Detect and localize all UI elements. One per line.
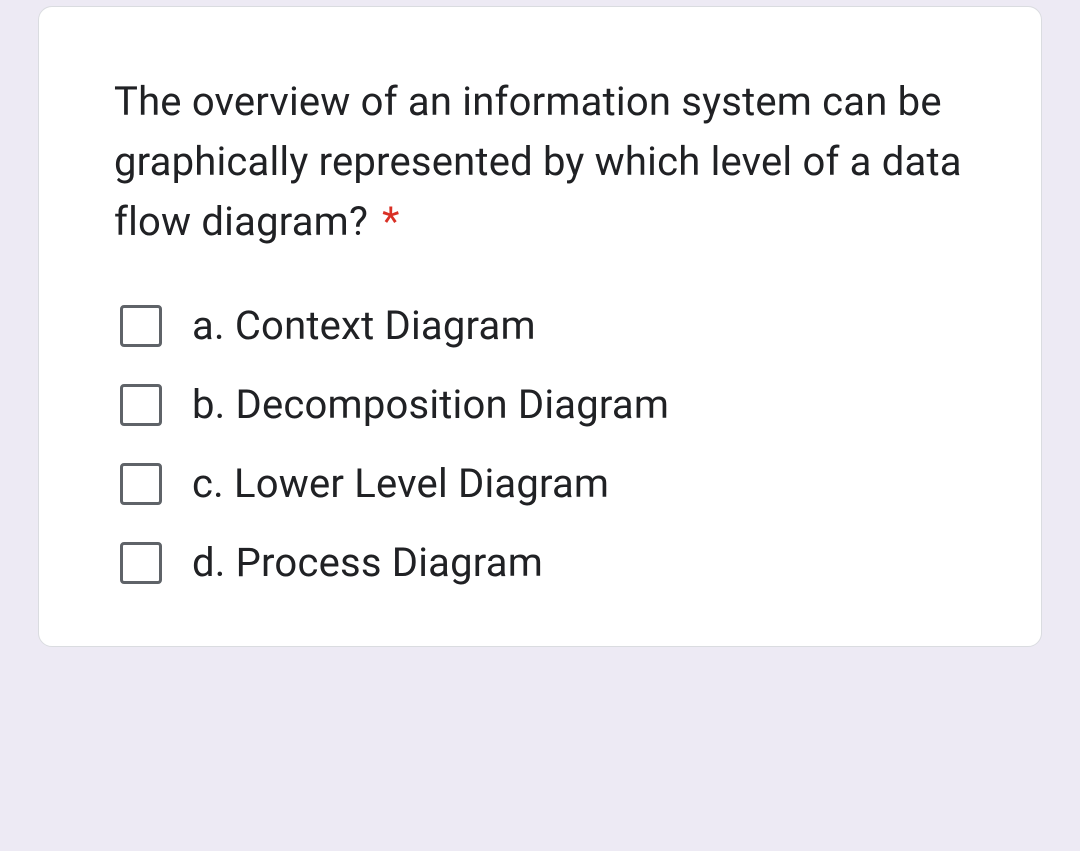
question-text: The overview of an information system ca… [114,72,966,252]
option-c[interactable]: c. Lower Level Diagram [120,460,966,507]
option-label: d. Process Diagram [192,539,543,586]
option-b[interactable]: b. Decomposition Diagram [120,381,966,428]
required-star: * [382,198,399,245]
checkbox-icon[interactable] [120,542,162,584]
options-group: a. Context Diagram b. Decomposition Diag… [114,302,966,586]
option-label: a. Context Diagram [192,302,536,349]
option-d[interactable]: d. Process Diagram [120,539,966,586]
option-a[interactable]: a. Context Diagram [120,302,966,349]
checkbox-icon[interactable] [120,384,162,426]
option-label: b. Decomposition Diagram [192,381,669,428]
option-label: c. Lower Level Diagram [192,460,609,507]
question-card: The overview of an information system ca… [38,6,1042,647]
checkbox-icon[interactable] [120,305,162,347]
checkbox-icon[interactable] [120,463,162,505]
question-body: The overview of an information system ca… [114,78,962,245]
